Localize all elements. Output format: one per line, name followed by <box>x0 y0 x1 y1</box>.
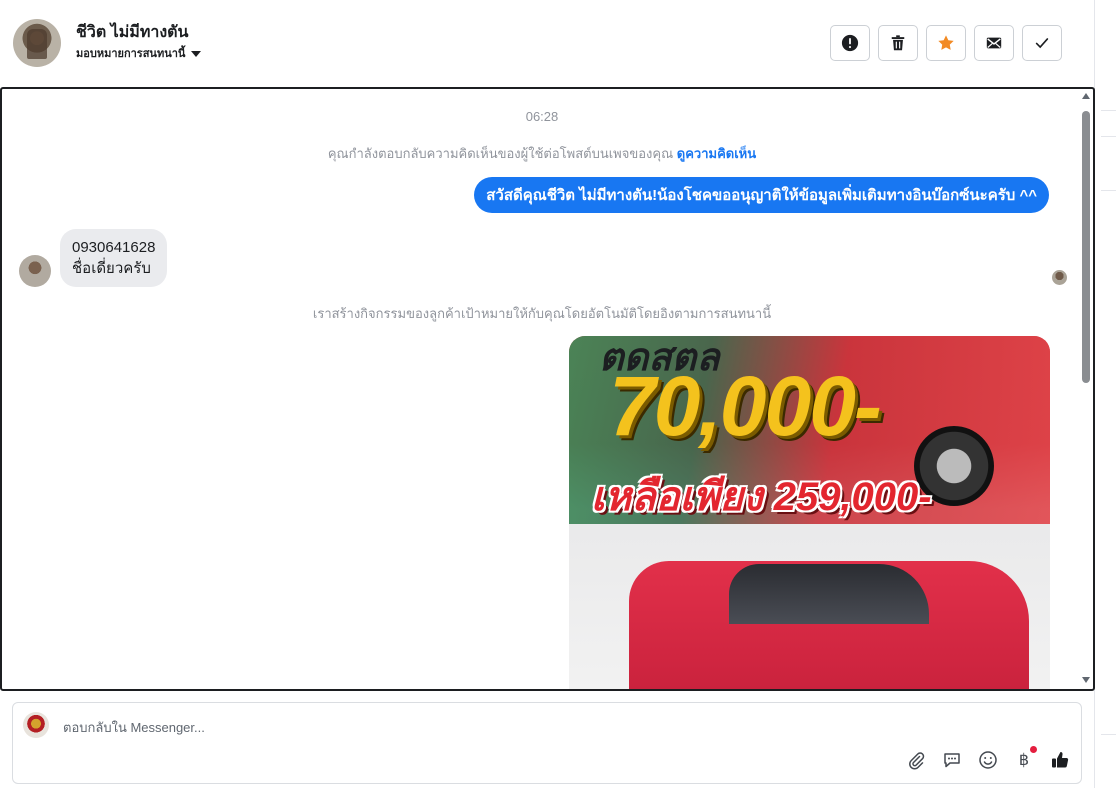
contact-avatar[interactable] <box>13 19 61 67</box>
caret-down-icon <box>191 50 202 57</box>
page-avatar <box>23 712 49 738</box>
conversation-thread[interactable]: 06:28 คุณกำลังตอบกลับความคิดเห็นของผู้ใช… <box>0 87 1095 691</box>
reply-input[interactable] <box>63 717 963 737</box>
divider <box>1101 190 1116 191</box>
scroll-up-arrow[interactable] <box>1082 93 1090 99</box>
chat-bubble-icon <box>944 753 960 768</box>
outgoing-message[interactable]: สวัสดีคุณชีวิต ไม่มีทางตัน!น้องโชคขออนุญ… <box>474 177 1049 213</box>
trash-icon <box>891 35 905 51</box>
right-panel-edge <box>1094 0 1116 788</box>
lead-activity-notice: เราสร้างกิจกรรมของลูกค้าเป้าหมายให้กับคุ… <box>312 306 772 321</box>
message-timestamp: 06:28 <box>525 109 559 124</box>
composer-tools: ฿ <box>905 746 1071 771</box>
assign-label: มอบหมายการสนทนานี้ <box>76 48 186 60</box>
promo-price-text: เหลือเพียง 259,000- <box>591 475 932 519</box>
saved-replies-button[interactable] <box>941 749 963 771</box>
seen-indicator-avatar <box>1052 270 1067 285</box>
assign-conversation-dropdown[interactable]: มอบหมายการสนทนานี้ <box>76 44 202 62</box>
comment-reply-text: คุณกำลังตอบกลับความคิดเห็นของผู้ใช้ต่อโพ… <box>327 146 674 161</box>
promo-image-message[interactable]: ตดสตล 70,000- เหลือเพียง 259,000- <box>569 336 1050 689</box>
thumbs-up-icon <box>1052 752 1069 768</box>
spam-button[interactable] <box>830 25 870 61</box>
sender-avatar <box>19 255 51 287</box>
incoming-message-line: 0930641628 <box>72 239 156 256</box>
scroll-down-arrow[interactable] <box>1082 677 1090 683</box>
view-comment-link[interactable]: ดูความคิดเห็น <box>677 146 756 161</box>
promo-truck-cabin <box>729 564 929 624</box>
like-button[interactable] <box>1049 749 1071 771</box>
promo-discount-text: 70,000- <box>609 359 882 453</box>
emoji-button[interactable] <box>977 749 999 771</box>
divider <box>1101 110 1116 111</box>
header-actions <box>830 25 1062 61</box>
delete-button[interactable] <box>878 25 918 61</box>
payment-button[interactable]: ฿ <box>1013 746 1037 771</box>
paperclip-icon <box>909 752 925 770</box>
alert-circle-icon <box>841 34 859 52</box>
smiley-icon <box>979 751 997 769</box>
notification-dot <box>1030 746 1037 753</box>
attach-button[interactable] <box>905 749 927 771</box>
contact-name[interactable]: ชีวิต ไม่มีทางตัน <box>76 20 189 45</box>
thread-scrollbar[interactable] <box>1081 93 1091 683</box>
divider <box>1101 734 1116 735</box>
star-icon <box>938 35 954 50</box>
envelope-icon <box>986 37 1002 49</box>
comment-reply-notice: คุณกำลังตอบกลับความคิดเห็นของผู้ใช้ต่อโพ… <box>2 143 1082 164</box>
conversation-header: ชีวิต ไม่มีทางตัน มอบหมายการสนทนานี้ <box>0 0 1094 88</box>
message-composer: ฿ <box>12 702 1082 784</box>
scroll-thumb[interactable] <box>1082 111 1090 383</box>
incoming-message-line: ชื่อเดี่ยวครับ <box>72 260 151 277</box>
messenger-inbox: ชีวิต ไม่มีทางตัน มอบหมายการสนทนานี้ 06:… <box>0 0 1116 788</box>
divider <box>1101 136 1116 137</box>
mark-unread-button[interactable] <box>974 25 1014 61</box>
incoming-message[interactable]: 0930641628 ชื่อเดี่ยวครับ <box>60 229 168 287</box>
star-button[interactable] <box>926 25 966 61</box>
baht-icon: ฿ <box>1018 752 1030 769</box>
check-icon <box>1035 38 1049 49</box>
done-button[interactable] <box>1022 25 1062 61</box>
